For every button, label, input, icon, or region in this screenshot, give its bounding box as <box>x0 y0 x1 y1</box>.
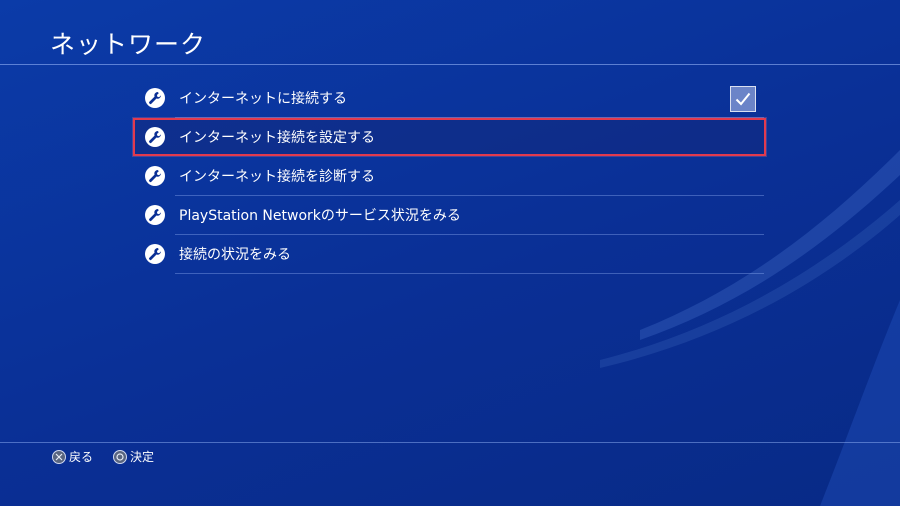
footer-divider <box>0 442 900 443</box>
circle-button-icon <box>113 449 128 464</box>
menu-item-diagnose-internet-connection[interactable]: インターネット接続を診断する <box>133 157 766 196</box>
wrench-icon <box>145 244 165 264</box>
menu-item-connect-internet[interactable]: インターネットに接続する <box>133 79 766 118</box>
page-title: ネットワーク <box>50 30 207 59</box>
menu-item-setup-internet-connection[interactable]: インターネット接続を設定する <box>133 118 766 156</box>
menu-item-psn-service-status[interactable]: PlayStation Networkのサービス状況をみる <box>133 196 766 235</box>
connect-internet-checkbox[interactable] <box>730 86 756 112</box>
checkmark-icon <box>735 92 751 106</box>
button-hints: 戻る 決定 <box>52 448 174 465</box>
menu-item-label: インターネット接続を診断する <box>179 169 375 185</box>
confirm-hint[interactable]: 決定 <box>113 448 154 465</box>
back-hint[interactable]: 戻る <box>52 448 93 465</box>
menu-item-label: 接続の状況をみる <box>179 247 291 263</box>
back-label: 戻る <box>69 450 94 464</box>
wrench-icon <box>145 166 165 186</box>
network-menu: インターネットに接続する インターネット接続を設定する インターネット接続を診断… <box>133 79 766 274</box>
header-divider <box>0 64 900 65</box>
wrench-icon <box>145 88 165 108</box>
menu-item-connection-status[interactable]: 接続の状況をみる <box>133 235 766 274</box>
menu-item-label: インターネット接続を設定する <box>179 130 375 146</box>
menu-item-label: インターネットに接続する <box>179 91 347 107</box>
menu-item-label: PlayStation Networkのサービス状況をみる <box>179 208 461 224</box>
cross-button-icon <box>52 449 66 464</box>
confirm-label: 決定 <box>130 450 155 464</box>
wrench-icon <box>145 127 165 147</box>
wrench-icon <box>145 205 165 225</box>
